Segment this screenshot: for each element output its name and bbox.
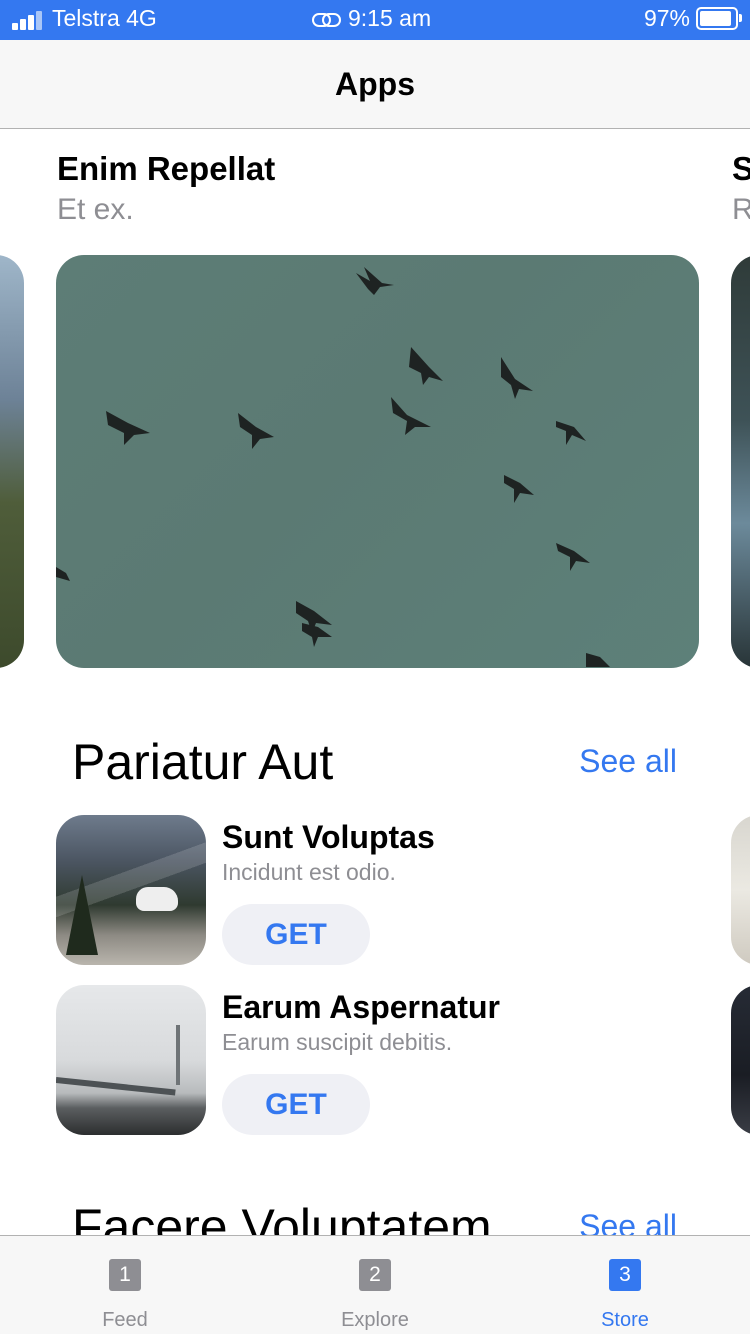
next-app-icon-peek[interactable] [731, 815, 750, 965]
next-app-icon-peek[interactable] [731, 985, 750, 1135]
app-icon[interactable] [56, 985, 206, 1135]
page-title: Apps [335, 66, 415, 102]
section-title: Pariatur Aut [72, 734, 334, 790]
tab-feed[interactable]: 1 Feed [0, 1236, 250, 1334]
app-list-item[interactable]: Sunt Voluptas Incidunt est odio. GET [56, 815, 716, 965]
app-description: Earum suscipit debitis. [222, 1029, 453, 1055]
tab-bar: 1 Feed 2 Explore 3 Store [0, 1235, 750, 1334]
link-icon [312, 10, 341, 28]
tab-explore[interactable]: 2 Explore [250, 1236, 500, 1334]
carrier-label: Telstra 4G [52, 5, 157, 31]
app-name: Sunt Voluptas [222, 819, 435, 855]
navigation-bar: Apps [0, 40, 750, 129]
app-icon[interactable] [56, 815, 206, 965]
tab-number-icon: 3 [609, 1259, 641, 1291]
tab-label: Explore [341, 1309, 409, 1331]
get-button[interactable]: GET [222, 904, 370, 965]
next-featured-title-peek: S [732, 150, 750, 187]
see-all-link[interactable]: See all [579, 743, 677, 780]
tab-number-icon: 1 [109, 1259, 141, 1291]
status-bar: Telstra 4G 9:15 am 97% [0, 0, 750, 40]
featured-card-image[interactable] [56, 255, 699, 668]
battery-percent: 97% [643, 5, 690, 31]
birds-illustration [56, 267, 610, 667]
time-group: 9:15 am [312, 5, 431, 32]
tab-number-icon: 2 [359, 1259, 391, 1291]
app-name: Earum Aspernatur [222, 989, 500, 1025]
tab-label: Feed [102, 1309, 148, 1331]
previous-featured-card[interactable] [0, 255, 24, 668]
carrier-group: Telstra 4G [12, 5, 157, 32]
featured-title: Enim Repellat [57, 150, 276, 187]
next-featured-card[interactable] [731, 255, 750, 668]
tab-store[interactable]: 3 Store [500, 1236, 750, 1334]
app-store-screen: Telstra 4G 9:15 am 97% Apps Enim Repella… [0, 0, 750, 1334]
battery-icon [696, 7, 742, 30]
tab-label: Store [601, 1309, 649, 1331]
app-description: Incidunt est odio. [222, 859, 396, 885]
featured-subtitle: Et ex. [57, 193, 134, 226]
signal-strength-icon [12, 8, 44, 30]
next-featured-subtitle-peek: R [732, 193, 750, 226]
battery-group: 97% [643, 5, 742, 32]
status-time: 9:15 am [348, 5, 432, 31]
get-button[interactable]: GET [222, 1074, 370, 1135]
app-list-item[interactable]: Earum Aspernatur Earum suscipit debitis.… [56, 985, 716, 1135]
